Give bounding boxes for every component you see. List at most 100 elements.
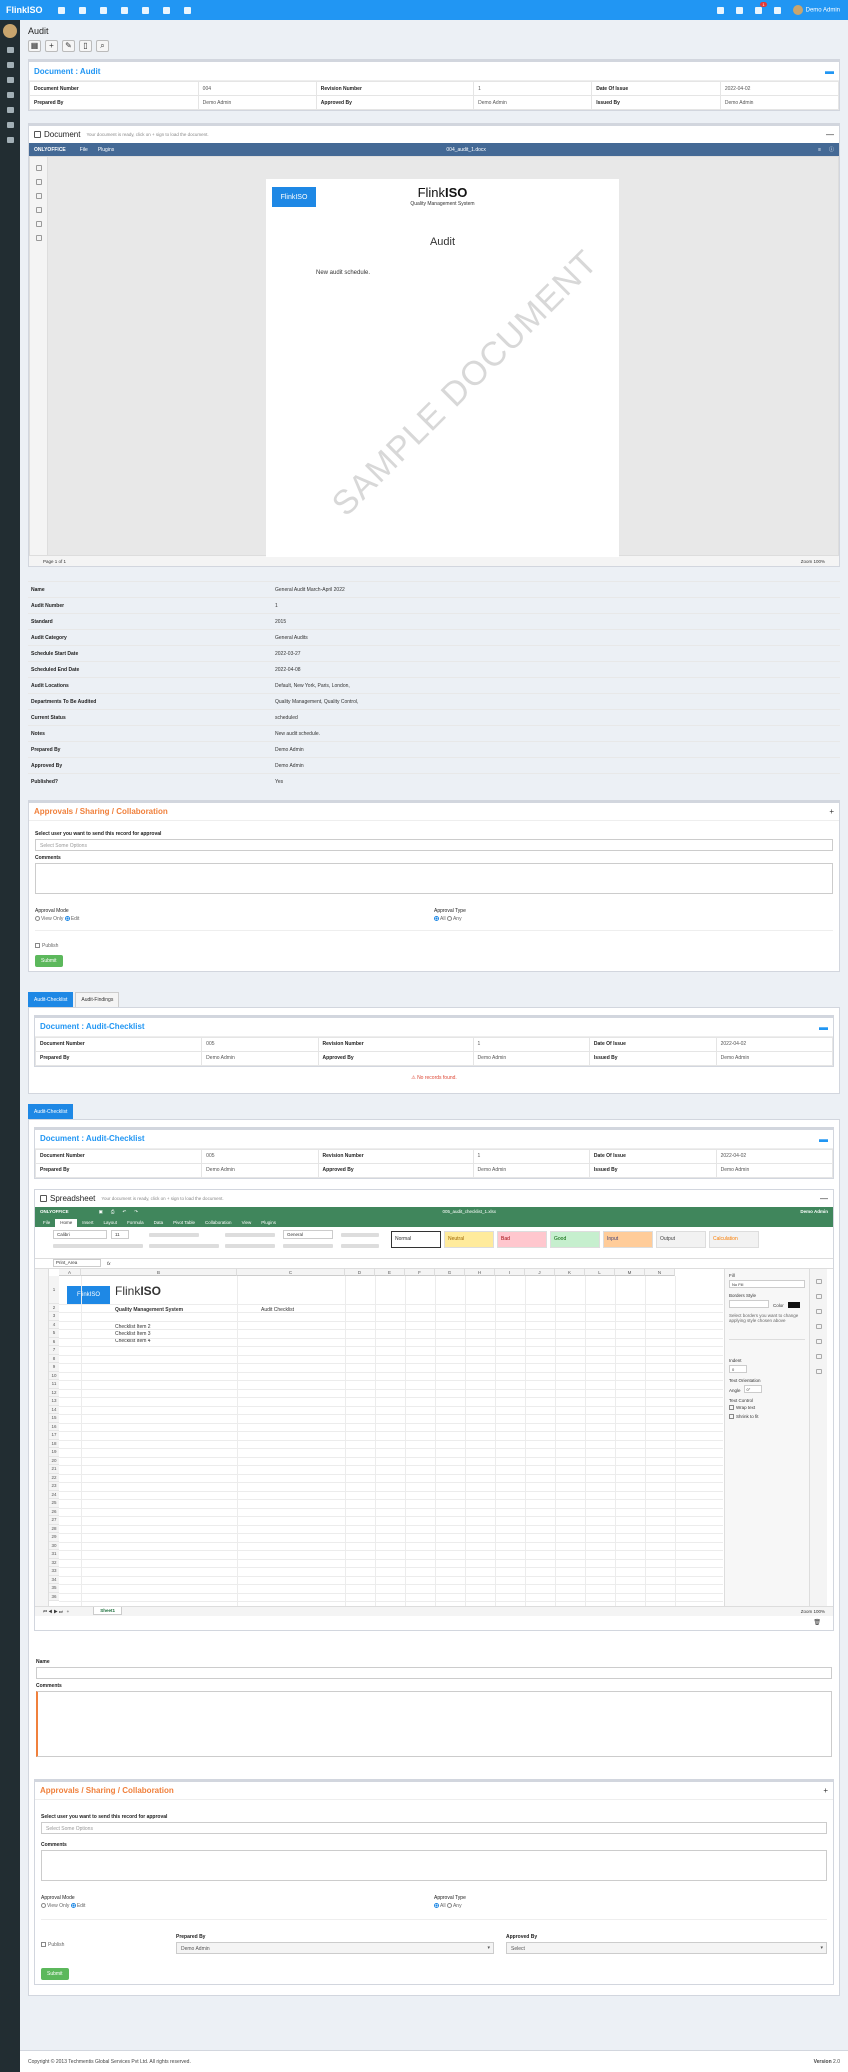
column-header[interactable]: E bbox=[375, 1268, 405, 1276]
cell-settings-icon[interactable] bbox=[815, 1278, 822, 1284]
prepared-by-select[interactable]: Demo Admin bbox=[176, 1941, 494, 1954]
publish-checkbox-2[interactable]: Publish bbox=[41, 1942, 64, 1948]
sidebar-item-wrench[interactable] bbox=[6, 107, 14, 113]
row-header[interactable]: 16 bbox=[49, 1422, 59, 1431]
add-button[interactable]: + bbox=[45, 40, 58, 52]
row-header[interactable]: 34 bbox=[49, 1575, 59, 1584]
approver-select[interactable]: Select Some Options bbox=[35, 838, 833, 851]
folder-icon[interactable] bbox=[121, 6, 128, 14]
dashboard-icon[interactable] bbox=[58, 6, 65, 14]
sidebar-item-settings[interactable] bbox=[6, 122, 14, 128]
cell-style-bad[interactable]: Bad bbox=[497, 1230, 547, 1248]
sidebar-item-bookmark[interactable] bbox=[6, 77, 14, 83]
row-header[interactable]: 11 bbox=[49, 1380, 59, 1389]
row-header[interactable]: 1 bbox=[49, 1275, 59, 1304]
menu-file[interactable]: File bbox=[80, 147, 88, 153]
mode-edit-2[interactable]: Edit bbox=[70, 1903, 85, 1909]
cell-style-input[interactable]: Input bbox=[603, 1230, 653, 1248]
cell-style-calculation[interactable]: Calculation bbox=[709, 1230, 759, 1248]
type-any[interactable]: Any bbox=[446, 916, 462, 922]
document-canvas[interactable]: FlinkISO FlinkISO Quality Management Sys… bbox=[29, 156, 839, 557]
cell-style-output[interactable]: Output bbox=[656, 1230, 706, 1248]
sidebar-item-gear[interactable] bbox=[6, 137, 14, 143]
row-header[interactable]: 7 bbox=[49, 1346, 59, 1355]
wrench-icon[interactable] bbox=[142, 6, 149, 14]
tab-audit-checklist-2[interactable]: Audit-Checklist bbox=[28, 1103, 74, 1119]
sheet-zoom[interactable]: Zoom 100% bbox=[801, 1609, 825, 1614]
sidebar-item-list[interactable] bbox=[6, 62, 14, 68]
row-header[interactable]: 17 bbox=[49, 1431, 59, 1440]
zoom-level[interactable]: Zoom 100% bbox=[801, 559, 825, 564]
user-menu[interactable]: Demo Admin bbox=[792, 5, 840, 15]
file-button[interactable]: ▯ bbox=[79, 40, 92, 52]
font-size-select[interactable]: 11 bbox=[111, 1229, 129, 1239]
sheet-menu-pivot-table[interactable]: Pivot Table bbox=[168, 1219, 200, 1227]
folder-open-icon[interactable]: ▬ bbox=[819, 1134, 828, 1144]
number-format-select[interactable]: General bbox=[283, 1229, 333, 1239]
text-settings-icon[interactable] bbox=[815, 1353, 822, 1359]
font-select[interactable]: Calibri bbox=[53, 1229, 107, 1239]
mode-view-only[interactable]: View Only bbox=[35, 916, 63, 922]
mode-view-only-2[interactable]: View Only bbox=[41, 1903, 69, 1909]
signature-icon[interactable] bbox=[815, 1368, 822, 1374]
cell-style-good[interactable]: Good bbox=[550, 1230, 600, 1248]
comment-icon[interactable] bbox=[35, 179, 42, 185]
nav-icon[interactable] bbox=[35, 207, 42, 213]
sheet-menu-home[interactable]: Home bbox=[55, 1218, 78, 1227]
sheet-menu-plugins[interactable]: Plugins bbox=[256, 1219, 281, 1227]
column-header[interactable]: H bbox=[465, 1268, 495, 1276]
row-header[interactable]: 36 bbox=[49, 1592, 59, 1601]
type-all-2[interactable]: All bbox=[434, 1903, 446, 1909]
sidebar-item-dashboard[interactable] bbox=[6, 47, 14, 53]
type-all[interactable]: All bbox=[434, 916, 446, 922]
file-icon[interactable] bbox=[184, 6, 191, 14]
info-icon[interactable]: ⓘ bbox=[829, 146, 834, 153]
row-header[interactable]: 14 bbox=[49, 1405, 59, 1414]
submit-button[interactable]: Submit bbox=[35, 954, 63, 967]
plugin-icon[interactable] bbox=[35, 221, 42, 227]
row-header[interactable]: 2 bbox=[49, 1303, 59, 1312]
save-icon[interactable]: ▣ bbox=[99, 1209, 103, 1215]
sheet-menu-view[interactable]: View bbox=[237, 1219, 257, 1227]
column-header[interactable]: B bbox=[81, 1268, 237, 1276]
row-header[interactable]: 15 bbox=[49, 1414, 59, 1423]
about-icon[interactable] bbox=[35, 235, 42, 241]
row-header[interactable]: 33 bbox=[49, 1567, 59, 1576]
row-header[interactable]: 27 bbox=[49, 1516, 59, 1525]
sheet-menu-file[interactable]: File bbox=[38, 1219, 55, 1227]
folder-open-icon[interactable]: ▬ bbox=[825, 66, 834, 76]
tab-audit-findings[interactable]: Audit-Findings bbox=[75, 991, 120, 1007]
row-header[interactable]: 26 bbox=[49, 1507, 59, 1516]
row-header[interactable]: 21 bbox=[49, 1465, 59, 1474]
row-header[interactable]: 10 bbox=[49, 1371, 59, 1380]
column-header[interactable]: C bbox=[237, 1268, 345, 1276]
cell-style-normal[interactable]: Normal bbox=[391, 1230, 441, 1248]
column-header[interactable]: N bbox=[645, 1268, 675, 1276]
sheet-grid[interactable]: FlinkISO FlinkISO Quality Management Sys… bbox=[49, 1268, 723, 1606]
column-header[interactable]: K bbox=[555, 1268, 585, 1276]
edit-button[interactable]: ✎ bbox=[62, 40, 75, 52]
name-input[interactable] bbox=[36, 1666, 832, 1679]
row-header[interactable]: 13 bbox=[49, 1397, 59, 1406]
hamburger-icon[interactable]: ≡ bbox=[818, 147, 821, 153]
print-icon[interactable]: ⎙ bbox=[111, 1209, 115, 1214]
row-header[interactable]: 25 bbox=[49, 1499, 59, 1508]
collapse-icon[interactable]: — bbox=[820, 1194, 828, 1203]
chart-icon[interactable] bbox=[735, 6, 743, 14]
column-header[interactable]: G bbox=[435, 1268, 465, 1276]
row-header[interactable]: 19 bbox=[49, 1448, 59, 1457]
menu-plugins[interactable]: Plugins bbox=[98, 147, 114, 153]
row-header[interactable]: 29 bbox=[49, 1533, 59, 1542]
row-header[interactable]: 9 bbox=[49, 1363, 59, 1372]
row-header[interactable]: 12 bbox=[49, 1388, 59, 1397]
sheet-nav-icons[interactable]: ⏮ ◀ ▶ ⏭ + bbox=[43, 1609, 69, 1614]
row-header[interactable]: 23 bbox=[49, 1482, 59, 1491]
wrap-text-checkbox[interactable]: Wrap text bbox=[729, 1405, 805, 1410]
row-header[interactable]: 30 bbox=[49, 1541, 59, 1550]
column-header[interactable]: J bbox=[525, 1268, 555, 1276]
row-header[interactable]: 31 bbox=[49, 1550, 59, 1559]
row-header[interactable]: 4 bbox=[49, 1320, 59, 1329]
chat-icon[interactable] bbox=[35, 193, 42, 199]
shrink-to-fit-checkbox[interactable]: Shrink to fit bbox=[729, 1414, 805, 1420]
shape-settings-icon[interactable] bbox=[815, 1308, 822, 1314]
